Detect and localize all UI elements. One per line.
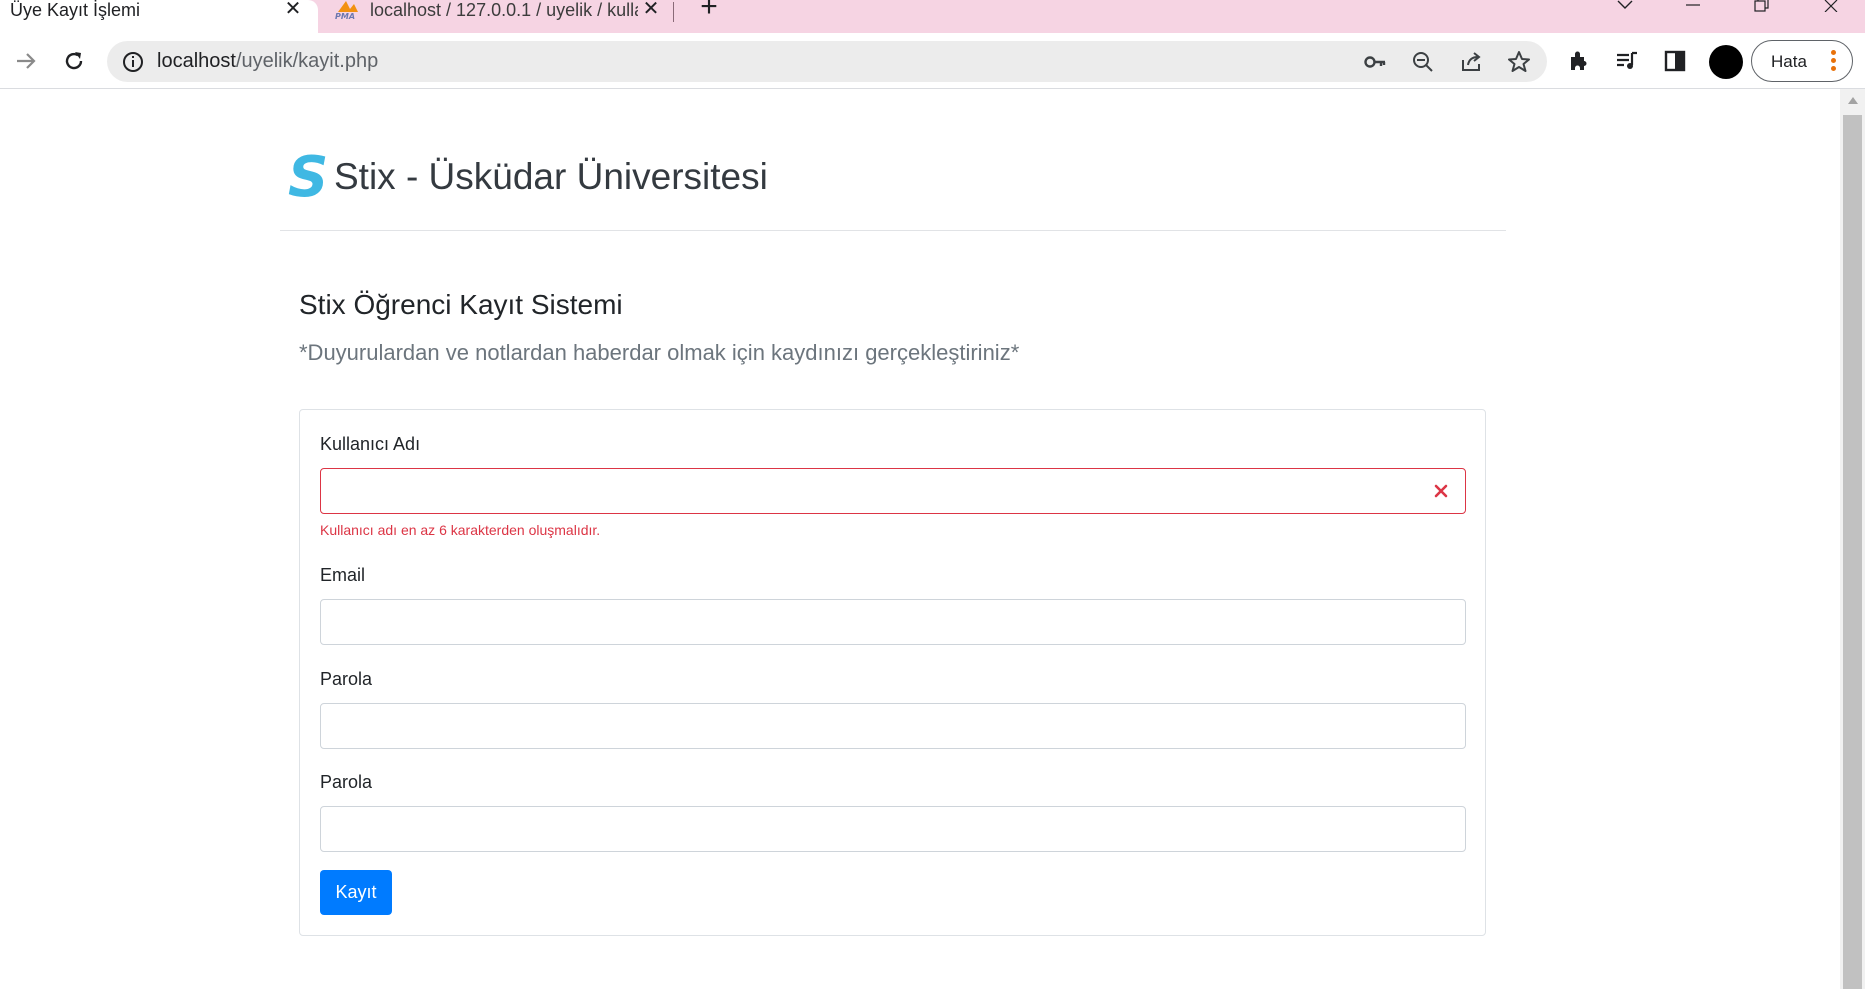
media-control-icon[interactable] <box>1611 45 1643 77</box>
extensions-puzzle-icon[interactable] <box>1563 45 1595 77</box>
form-heading: Stix Öğrenci Kayıt Sistemi <box>299 289 623 320</box>
close-icon[interactable]: ✕ <box>282 0 304 22</box>
new-tab-icon[interactable]: + <box>696 0 722 22</box>
password-input[interactable] <box>320 703 1466 749</box>
invalid-x-icon <box>1434 484 1448 498</box>
window-close-icon[interactable] <box>1811 0 1851 14</box>
register-button[interactable]: Kayıt <box>320 870 392 915</box>
email-input[interactable] <box>320 599 1466 645</box>
svg-text:PMA: PMA <box>335 12 355 20</box>
email-label: Email <box>320 565 366 585</box>
error-menu-label: Hata <box>1771 52 1807 71</box>
scroll-up-arrow-icon[interactable] <box>1848 97 1858 104</box>
side-panel-icon[interactable] <box>1659 45 1691 77</box>
svg-text:S: S <box>288 150 326 202</box>
close-icon[interactable]: ✕ <box>640 0 662 22</box>
tab-title: Üye Kayıt İşlemi <box>10 0 141 20</box>
site-logo-icon: S <box>288 150 326 202</box>
site-header: S Stix - Üsküdar Üniversitesi <box>280 90 1506 231</box>
password-label: Parola <box>320 669 373 689</box>
scroll-thumb[interactable] <box>1843 115 1862 989</box>
tab-search-chevron-down-icon[interactable] <box>1605 0 1645 14</box>
reload-icon[interactable] <box>58 45 90 77</box>
profile-avatar[interactable] <box>1709 45 1743 79</box>
username-input[interactable] <box>320 468 1466 514</box>
url-text: localhost/uyelik/kayit.php <box>157 50 378 73</box>
address-bar[interactable]: localhost/uyelik/kayit.php <box>107 41 1547 82</box>
password-confirm-input[interactable] <box>320 806 1466 852</box>
site-title: Stix - Üsküdar Üniversitesi <box>334 156 768 197</box>
page-scrollbar[interactable] <box>1840 89 1865 989</box>
page-body: S Stix - Üsküdar Üniversitesi Stix Öğren… <box>0 90 1840 989</box>
zoom-out-icon[interactable] <box>1408 47 1438 77</box>
error-menu-button[interactable]: Hata <box>1751 40 1853 82</box>
key-icon[interactable] <box>1360 47 1390 77</box>
username-label: Kullanıcı Adı <box>320 434 421 454</box>
phpmyadmin-favicon-icon: PMA <box>335 1 358 20</box>
site-info-icon[interactable] <box>121 50 145 74</box>
registration-form-card: Kullanıcı Adı Kullanıcı adı en az 6 kara… <box>299 409 1486 936</box>
tab-divider <box>673 2 674 22</box>
tab-title: localhost / 127.0.0.1 / uyelik / kullani… <box>370 0 638 20</box>
share-icon[interactable] <box>1456 47 1486 77</box>
restore-icon[interactable] <box>1741 0 1781 14</box>
tab-strip: Üye Kayıt İşlemi ✕ PMA localhost / 127.0… <box>0 0 1865 33</box>
tab-phpmyadmin[interactable]: PMA localhost / 127.0.0.1 / uyelik / kul… <box>322 0 674 33</box>
url-host: localhost <box>157 50 236 72</box>
form-lead-text: *Duyurulardan ve notlardan haberdar olma… <box>299 340 1020 365</box>
url-path: /uyelik/kayit.php <box>235 50 379 72</box>
minimize-icon[interactable] <box>1673 0 1713 14</box>
username-error-message: Kullanıcı adı en az 6 karakterden oluşma… <box>320 522 601 538</box>
tab-uye-kayit[interactable]: Üye Kayıt İşlemi ✕ <box>0 0 318 33</box>
bookmark-star-icon[interactable] <box>1504 47 1534 77</box>
forward-icon[interactable] <box>10 45 42 77</box>
browser-toolbar: localhost/uyelik/kayit.php Hata <box>0 33 1865 89</box>
kebab-menu-icon <box>1831 50 1837 74</box>
password-confirm-label: Parola <box>320 772 373 792</box>
